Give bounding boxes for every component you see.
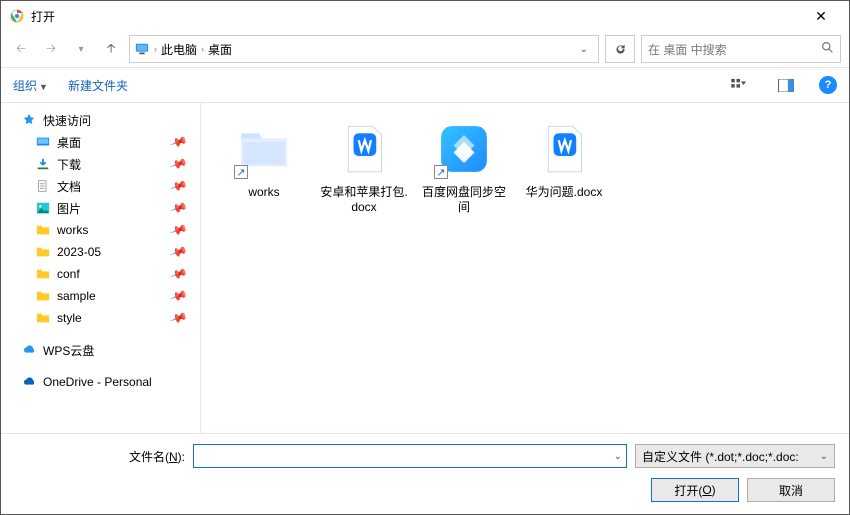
- search-input[interactable]: 在 桌面 中搜索: [641, 35, 841, 63]
- organize-menu[interactable]: 组织▼: [13, 77, 48, 94]
- folder-icon: [35, 266, 51, 282]
- nav-back-button[interactable]: 🡠: [9, 37, 33, 61]
- sidebar-item-sample[interactable]: sample📌: [1, 285, 200, 307]
- file-item-docx[interactable]: 华为问题.docx: [519, 117, 609, 200]
- pin-icon: 📌: [169, 154, 188, 173]
- folder-icon: [35, 288, 51, 304]
- pin-icon: 📌: [169, 176, 188, 195]
- pin-icon: 📌: [169, 198, 188, 217]
- folder-icon: [35, 244, 51, 260]
- filename-label: 文件名(N):: [15, 448, 185, 465]
- cancel-button[interactable]: 取消: [747, 478, 835, 502]
- wps-cloud-icon: [21, 342, 37, 358]
- filename-input[interactable]: ⌄: [193, 444, 627, 468]
- crumb-dropdown[interactable]: ⌄: [574, 44, 594, 55]
- chevron-down-icon[interactable]: ⌄: [614, 451, 622, 462]
- pin-icon: 📌: [169, 264, 188, 283]
- document-icon: [35, 178, 51, 194]
- sidebar-onedrive[interactable]: OneDrive - Personal: [1, 371, 200, 393]
- chevron-right-icon: ›: [201, 44, 204, 54]
- search-icon: [821, 41, 834, 57]
- sidebar-item-pictures[interactable]: 图片📌: [1, 197, 200, 219]
- refresh-button[interactable]: [605, 35, 635, 63]
- star-icon: [21, 112, 37, 128]
- file-grid: ↗ works 安卓和苹果打包.docx ↗ 百度网盘同步空间 华为问题.doc…: [201, 103, 849, 433]
- close-button[interactable]: ✕: [801, 8, 841, 25]
- shortcut-overlay-icon: ↗: [234, 165, 248, 179]
- open-button[interactable]: 打开(O): [651, 478, 739, 502]
- crumb-desktop[interactable]: 桌面: [208, 41, 232, 58]
- nav-forward-button[interactable]: 🡢: [39, 37, 63, 61]
- shortcut-overlay-icon: ↗: [434, 165, 448, 179]
- picture-icon: [35, 200, 51, 216]
- chevron-down-icon: ▼: [39, 82, 48, 92]
- pin-icon: 📌: [169, 220, 188, 239]
- view-options-button[interactable]: [727, 74, 753, 96]
- sidebar-wps-cloud[interactable]: WPS云盘: [1, 339, 200, 361]
- chevron-right-icon: ›: [154, 44, 157, 54]
- sidebar-item-documents[interactable]: 文档📌: [1, 175, 200, 197]
- filetype-filter[interactable]: 自定义文件 (*.dot;*.doc;*.doc: ⌄: [635, 444, 835, 468]
- pin-icon: 📌: [169, 308, 188, 327]
- sidebar-item-conf[interactable]: conf📌: [1, 263, 200, 285]
- monitor-icon: [134, 41, 150, 57]
- folder-icon: [35, 310, 51, 326]
- onedrive-icon: [21, 374, 37, 390]
- sidebar-quick-access[interactable]: 快速访问: [1, 109, 200, 131]
- desktop-icon: [35, 134, 51, 150]
- new-folder-button[interactable]: 新建文件夹: [68, 77, 128, 94]
- pin-icon: 📌: [169, 132, 188, 151]
- chevron-down-icon: ⌄: [820, 451, 828, 462]
- file-item-folder[interactable]: ↗ works: [219, 117, 309, 200]
- folder-icon: [35, 222, 51, 238]
- pin-icon: 📌: [169, 286, 188, 305]
- sidebar-item-downloads[interactable]: 下载📌: [1, 153, 200, 175]
- file-item-baidu[interactable]: ↗ 百度网盘同步空间: [419, 117, 509, 215]
- crumb-this-pc[interactable]: 此电脑: [161, 41, 197, 58]
- download-icon: [35, 156, 51, 172]
- pin-icon: 📌: [169, 242, 188, 261]
- nav-recent-dropdown[interactable]: ▾: [69, 37, 93, 61]
- sidebar: 快速访问 桌面📌 下载📌 文档📌 图片📌 works📌 2023-05📌: [1, 103, 201, 433]
- preview-pane-button[interactable]: [773, 74, 799, 96]
- sidebar-item-style[interactable]: style📌: [1, 307, 200, 329]
- nav-up-button[interactable]: 🡡: [99, 37, 123, 61]
- breadcrumb[interactable]: › 此电脑 › 桌面 ⌄: [129, 35, 599, 63]
- sidebar-item-desktop[interactable]: 桌面📌: [1, 131, 200, 153]
- search-placeholder: 在 桌面 中搜索: [648, 41, 821, 58]
- sidebar-item-2023-05[interactable]: 2023-05📌: [1, 241, 200, 263]
- window-title: 打开: [31, 8, 801, 25]
- help-button[interactable]: ?: [819, 76, 837, 94]
- file-item-docx[interactable]: 安卓和苹果打包.docx: [319, 117, 409, 215]
- chrome-icon: [9, 8, 25, 24]
- sidebar-item-works[interactable]: works📌: [1, 219, 200, 241]
